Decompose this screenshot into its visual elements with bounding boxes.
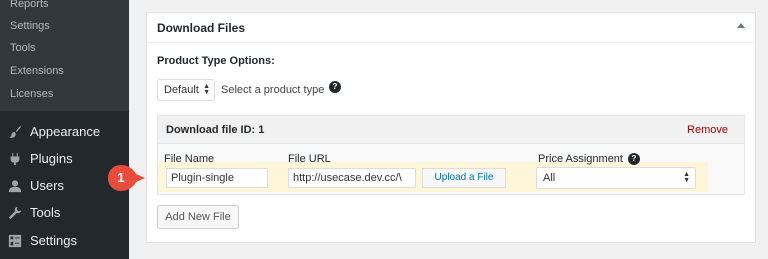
select-arrows-icon: ▲ ▼	[203, 83, 210, 96]
download-file-row: Download file ID: 1 Remove File Name Fil…	[157, 115, 745, 195]
file-url-label: File URL	[288, 153, 331, 165]
submenu-item-licenses[interactable]: Licenses	[10, 88, 53, 100]
file-row-header: Download file ID: 1 Remove	[158, 116, 744, 144]
product-type-label: Product Type Options:	[157, 55, 275, 67]
price-assignment-label: Price Assignment	[538, 153, 623, 165]
sidebar-item-label: Appearance	[30, 124, 101, 139]
paintbrush-icon	[8, 125, 22, 139]
price-assignment-value: All	[543, 172, 556, 184]
submenu-item-extensions[interactable]: Extensions	[10, 65, 64, 77]
help-icon[interactable]: ?	[628, 153, 640, 165]
file-id-label: Download file ID: 1	[166, 124, 265, 136]
help-icon[interactable]: ?	[329, 81, 341, 93]
sidebar-item-label: Users	[30, 178, 64, 193]
plugin-icon	[8, 152, 22, 166]
price-assignment-select[interactable]: All ▲ ▼	[536, 167, 696, 189]
product-type-value: Default	[164, 84, 199, 96]
upload-file-button[interactable]: Upload a File	[422, 168, 506, 188]
sidebar-item-label: Settings	[30, 233, 77, 248]
product-type-hint: Select a product type	[221, 84, 325, 96]
submenu-item-settings[interactable]: Settings	[10, 20, 50, 32]
sidebar-submenu: Reports Settings Tools Extensions Licens…	[0, 0, 129, 111]
remove-link[interactable]: Remove	[687, 124, 728, 136]
collapse-arrow-icon[interactable]	[737, 23, 745, 28]
product-type-select[interactable]: Default ▲ ▼	[157, 79, 215, 101]
file-name-input[interactable]: Plugin-single	[166, 168, 268, 188]
step-callout-marker: 1	[106, 163, 146, 193]
sidebar-item-label: Tools	[30, 205, 61, 220]
add-new-file-button[interactable]: Add New File	[157, 205, 239, 229]
settings-icon	[8, 234, 22, 248]
callout-number: 1	[117, 170, 125, 185]
submenu-item-tools[interactable]: Tools	[10, 42, 36, 54]
file-name-label: File Name	[164, 153, 215, 165]
users-icon	[8, 179, 22, 193]
wrench-icon	[8, 206, 22, 220]
file-url-input[interactable]: http://usecase.dev.cc/\	[288, 168, 416, 188]
sidebar-item-settings[interactable]: Settings	[0, 227, 129, 254]
submenu-item-reports[interactable]: Reports	[10, 0, 49, 10]
metabox-header[interactable]: Download Files	[147, 13, 755, 43]
metabox-title: Download Files	[157, 21, 246, 35]
sidebar-item-tools[interactable]: Tools	[0, 199, 129, 226]
select-arrows-icon: ▲ ▼	[683, 171, 690, 184]
sidebar-item-label: Plugins	[30, 151, 73, 166]
download-files-metabox: Download Files Product Type Options: Def…	[146, 12, 756, 243]
sidebar-item-appearance[interactable]: Appearance	[0, 118, 129, 145]
admin-sidebar: Reports Settings Tools Extensions Licens…	[0, 0, 129, 259]
